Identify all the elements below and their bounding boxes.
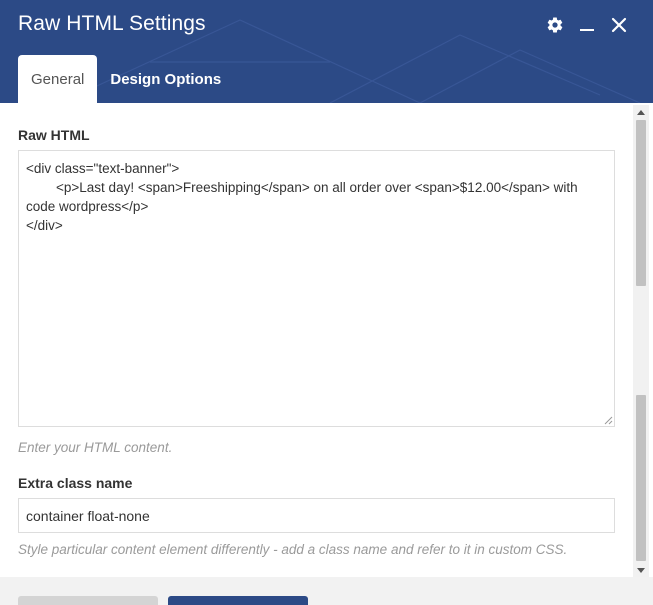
- dialog-title: Raw HTML Settings: [18, 12, 206, 35]
- scroll-down-icon[interactable]: [633, 563, 649, 577]
- dialog-footer: [0, 577, 653, 605]
- minimize-icon[interactable]: [577, 14, 597, 36]
- scroll-up-icon[interactable]: [633, 105, 649, 119]
- dialog-body: Raw HTML <div class="text-banner"> <p>La…: [0, 103, 653, 577]
- extra-class-input[interactable]: [18, 498, 615, 533]
- tab-design-options[interactable]: Design Options: [97, 55, 234, 103]
- scroll-thumb[interactable]: [636, 395, 646, 561]
- save-button[interactable]: [168, 596, 308, 605]
- raw-html-textarea[interactable]: <div class="text-banner"> <p>Last day! <…: [18, 150, 615, 427]
- raw-html-settings-dialog: Raw HTML Settings General Design Options: [0, 0, 653, 605]
- window-controls: [545, 14, 629, 36]
- raw-html-value: <div class="text-banner"> <p>Last day! <…: [26, 161, 578, 233]
- close-button[interactable]: [18, 596, 158, 605]
- dialog-header[interactable]: Raw HTML Settings General Design Options: [0, 0, 653, 103]
- gear-icon[interactable]: [545, 14, 565, 36]
- body-scrollbar[interactable]: [633, 105, 649, 577]
- tab-bar: General Design Options: [18, 55, 234, 103]
- scroll-thumb-top[interactable]: [636, 120, 646, 286]
- tab-general[interactable]: General: [18, 55, 98, 103]
- raw-html-label: Raw HTML: [18, 127, 90, 143]
- raw-html-help: Enter your HTML content.: [18, 440, 173, 455]
- extra-class-label: Extra class name: [18, 475, 133, 491]
- close-icon[interactable]: [609, 14, 629, 36]
- resize-grip-icon[interactable]: [603, 415, 613, 425]
- extra-class-help: Style particular content element differe…: [18, 542, 568, 557]
